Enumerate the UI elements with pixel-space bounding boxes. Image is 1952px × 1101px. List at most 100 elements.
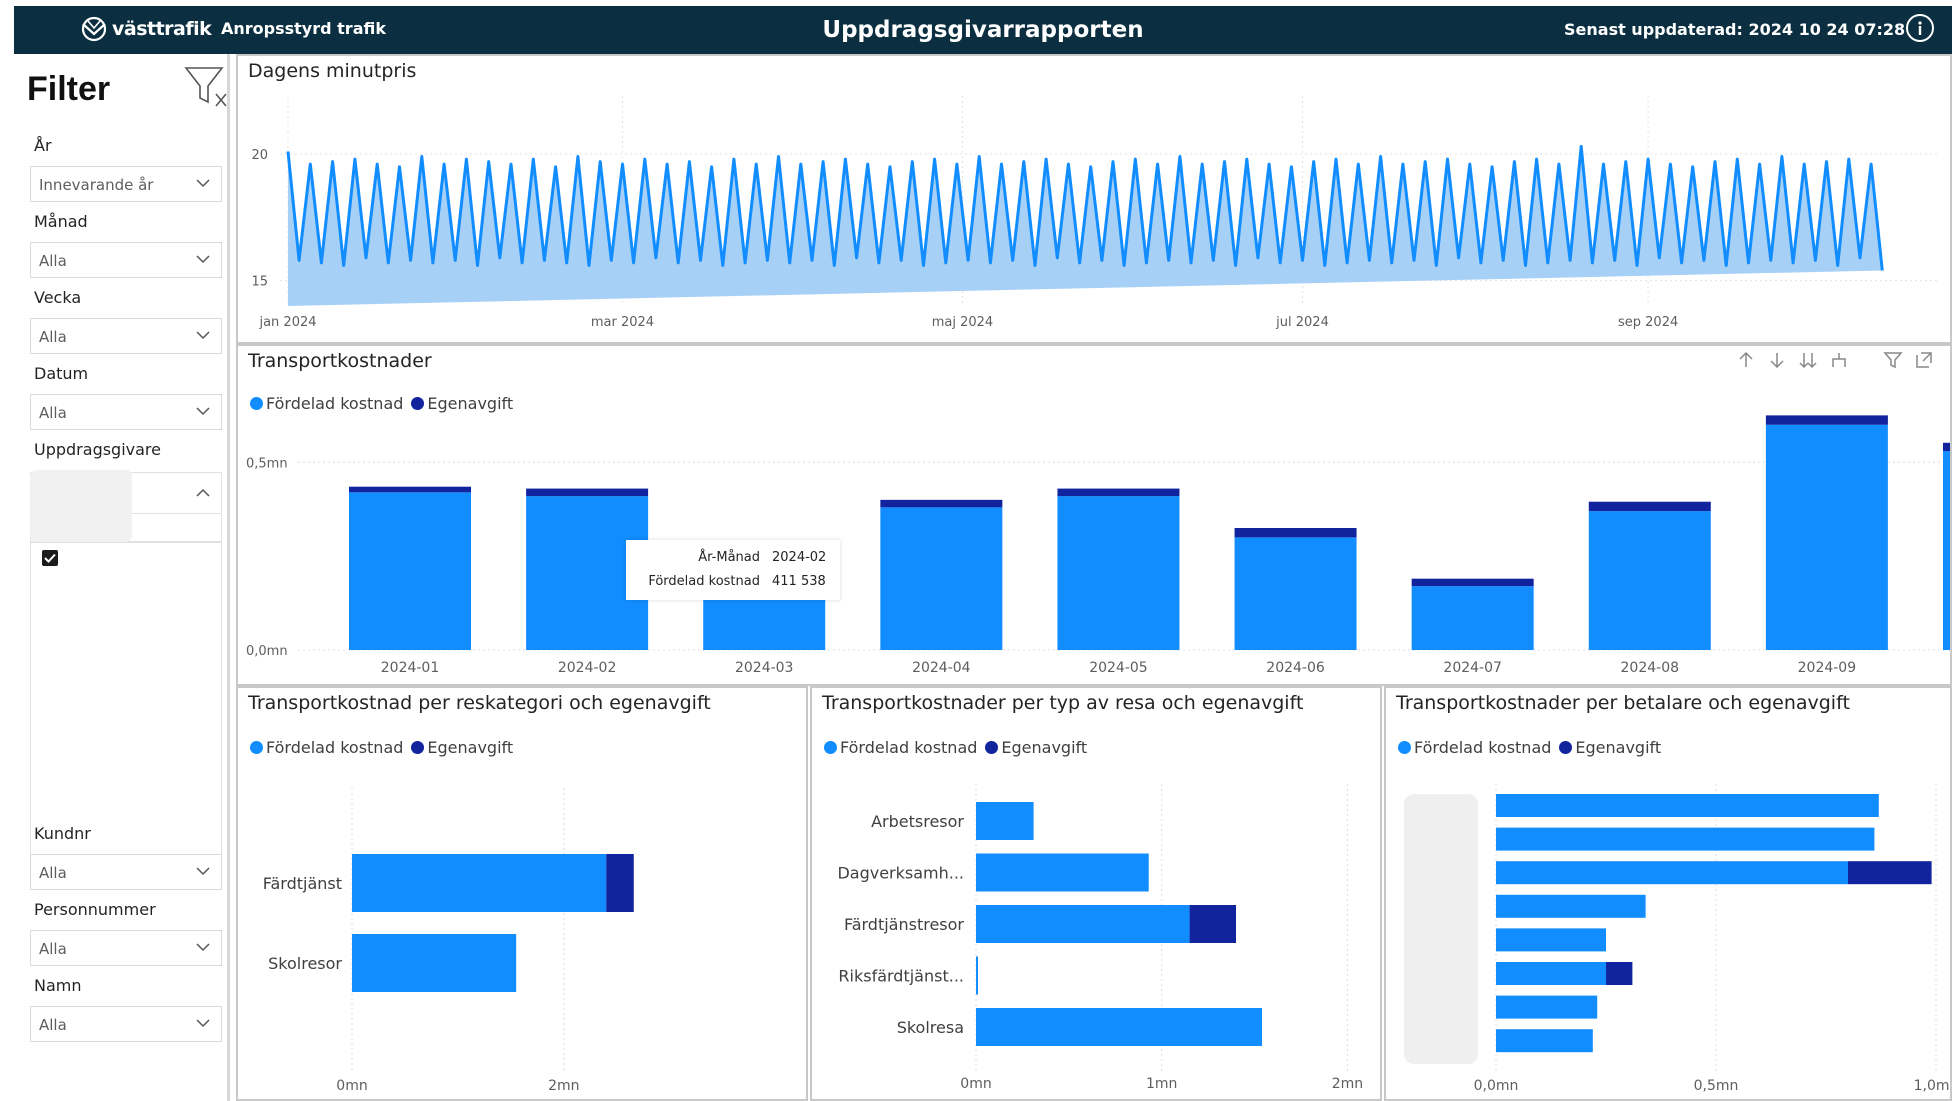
last-updated: Senast uppdaterad: 2024 10 24 07:28 (1564, 20, 1906, 39)
week-label: Vecka (34, 288, 82, 307)
category-chart[interactable]: 0mn 2mn Färdtjänst Skolresor (238, 688, 806, 1099)
expand-hierarchy-icon[interactable] (1829, 350, 1849, 370)
category-panel: Transportkostnad per reskategori och ege… (236, 686, 808, 1101)
category-label: Färdtjänstresor (844, 915, 964, 934)
month-dropdown[interactable]: Alla (30, 242, 222, 278)
minute-price-chart[interactable]: 15 20 jan 2024 mar 2024 maj 2024 jul 2024 sep … (238, 56, 1950, 342)
bar-egenavgift (1765, 415, 1888, 425)
bar-fordelad-kostnad (1496, 894, 1646, 918)
bar-fordelad-kostnad (352, 934, 517, 992)
x-tick-label: 0,5mn (1694, 1078, 1739, 1094)
transport-costs-panel: Transportkostnader Fördelad kostnad Egen… (236, 344, 1952, 686)
info-icon[interactable] (1906, 14, 1934, 42)
bar-egenavgift (1234, 528, 1357, 538)
year-label: År (34, 136, 52, 155)
bar-egenavgift (1588, 501, 1711, 512)
category-label: Dagverksamh... (837, 864, 964, 883)
bar-egenavgift (1848, 861, 1932, 885)
name-dropdown[interactable]: Alla (30, 1006, 222, 1042)
bar-fordelad-kostnad (1496, 995, 1598, 1019)
date-dropdown[interactable]: Alla (30, 394, 222, 430)
customer-number-value: Alla (39, 864, 67, 882)
bar-fordelad-kostnad (349, 492, 471, 650)
chevron-down-icon (196, 407, 210, 416)
top-bar: västtrafik Anropsstyrd trafik Uppdragsgi… (14, 6, 1952, 54)
bar-fordelad-kostnad (1943, 451, 1950, 650)
bar-fordelad-kostnad (1496, 1029, 1593, 1053)
x-tick-label: 1,0mn (1914, 1078, 1950, 1094)
clear-filter-icon[interactable] (184, 64, 228, 110)
filter-title: Filter (27, 70, 111, 108)
drill-up-icon[interactable] (1736, 350, 1756, 370)
y-tick-label: 0,5mn (246, 456, 288, 471)
customer-number-label: Kundnr (34, 824, 91, 843)
bar-egenavgift (1606, 962, 1633, 985)
chevron-down-icon (196, 867, 210, 876)
chevron-down-icon (196, 331, 210, 340)
bar-fordelad-kostnad (352, 854, 607, 912)
x-tick-label: 0mn (336, 1078, 367, 1094)
year-value: Innevarande år (39, 176, 154, 194)
x-tick-label: 0mn (960, 1076, 991, 1092)
bar-fordelad-kostnad (1496, 928, 1606, 952)
name-label: Namn (34, 976, 82, 995)
tooltip-value: 411 538 (772, 574, 826, 589)
bar-fordelad-kostnad (976, 1008, 1262, 1046)
tooltip-value: 2024-02 (772, 550, 827, 565)
year-dropdown[interactable]: Innevarande år (30, 166, 222, 202)
x-tick-label: 2mn (1332, 1076, 1363, 1092)
x-tick-label: 2024-06 (1266, 660, 1325, 676)
trip-type-chart[interactable]: 0mn 1mn 2mn Arbetsresor Dagverksamh... Färdtj… (812, 688, 1380, 1099)
bar-fordelad-kostnad (1765, 424, 1888, 650)
filter-icon[interactable] (1883, 350, 1903, 370)
bar-fordelad-kostnad (703, 593, 826, 650)
x-tick-label: 0,0mn (1474, 1078, 1519, 1094)
customer-number-dropdown[interactable]: Alla (30, 854, 222, 890)
x-tick-label: sep 2024 (1618, 315, 1678, 330)
x-tick-label: 2024-07 (1443, 660, 1502, 676)
transport-costs-chart[interactable]: 0,0mn 0,5mn 2024-01 2024-02 2024-03 2024-04 20… (238, 346, 1950, 684)
bar-fordelad-kostnad (1496, 827, 1875, 851)
chevron-down-icon (196, 943, 210, 952)
trip-type-panel: Transportkostnader per typ av resa och e… (810, 686, 1382, 1101)
bar-fordelad-kostnad (1496, 861, 1848, 885)
week-dropdown[interactable]: Alla (30, 318, 222, 354)
x-tick-label: 2024-02 (558, 660, 617, 676)
personal-number-dropdown[interactable]: Alla (30, 930, 222, 966)
bar-egenavgift (1411, 578, 1534, 587)
category-label: Arbetsresor (871, 812, 964, 831)
x-tick-label: 2024-08 (1621, 660, 1680, 676)
x-tick-label: 2024-03 (735, 660, 794, 676)
x-tick-label: 2024-05 (1089, 660, 1148, 676)
x-tick-label: 2024-09 (1798, 660, 1857, 676)
bar-fordelad-kostnad (880, 507, 1003, 650)
minute-price-panel: Dagens minutpris 15 20 jan 2024 mar 2024 maj… (236, 54, 1952, 344)
bar-fordelad-kostnad (1411, 586, 1534, 650)
tooltip-key: År-Månad (698, 550, 760, 565)
chevron-down-icon (196, 1019, 210, 1028)
month-value: Alla (39, 252, 67, 270)
bar-fordelad-kostnad (976, 956, 978, 995)
category-label: Skolresa (897, 1018, 964, 1037)
payer-panel: Transportkostnader per betalare och egen… (1384, 686, 1952, 1101)
bar-fordelad-kostnad (1057, 496, 1180, 650)
personal-number-value: Alla (39, 940, 67, 958)
payer-chart[interactable]: 0,0mn 0,5mn 1,0mn (1386, 688, 1950, 1099)
category-label: Riksfärdtjänst... (838, 967, 964, 986)
personal-number-label: Personnummer (34, 900, 156, 919)
client-label: Uppdragsgivare (34, 440, 161, 459)
category-label: Skolresor (268, 954, 342, 973)
bar-egenavgift (526, 488, 649, 497)
tooltip-key: Fördelad kostnad (648, 574, 760, 589)
bar-egenavgift (1943, 442, 1950, 452)
x-tick-label: jan 2024 (258, 315, 316, 330)
bar-egenavgift (606, 854, 634, 912)
chevron-down-icon (196, 179, 210, 188)
visual-header-toolbar (1736, 350, 1934, 370)
bar-egenavgift (1189, 905, 1236, 943)
client-checkbox[interactable] (42, 550, 58, 566)
expand-all-down-icon[interactable] (1798, 350, 1818, 370)
focus-mode-icon[interactable] (1914, 350, 1934, 370)
bar-fordelad-kostnad (976, 853, 1149, 892)
drill-down-icon[interactable] (1767, 350, 1787, 370)
